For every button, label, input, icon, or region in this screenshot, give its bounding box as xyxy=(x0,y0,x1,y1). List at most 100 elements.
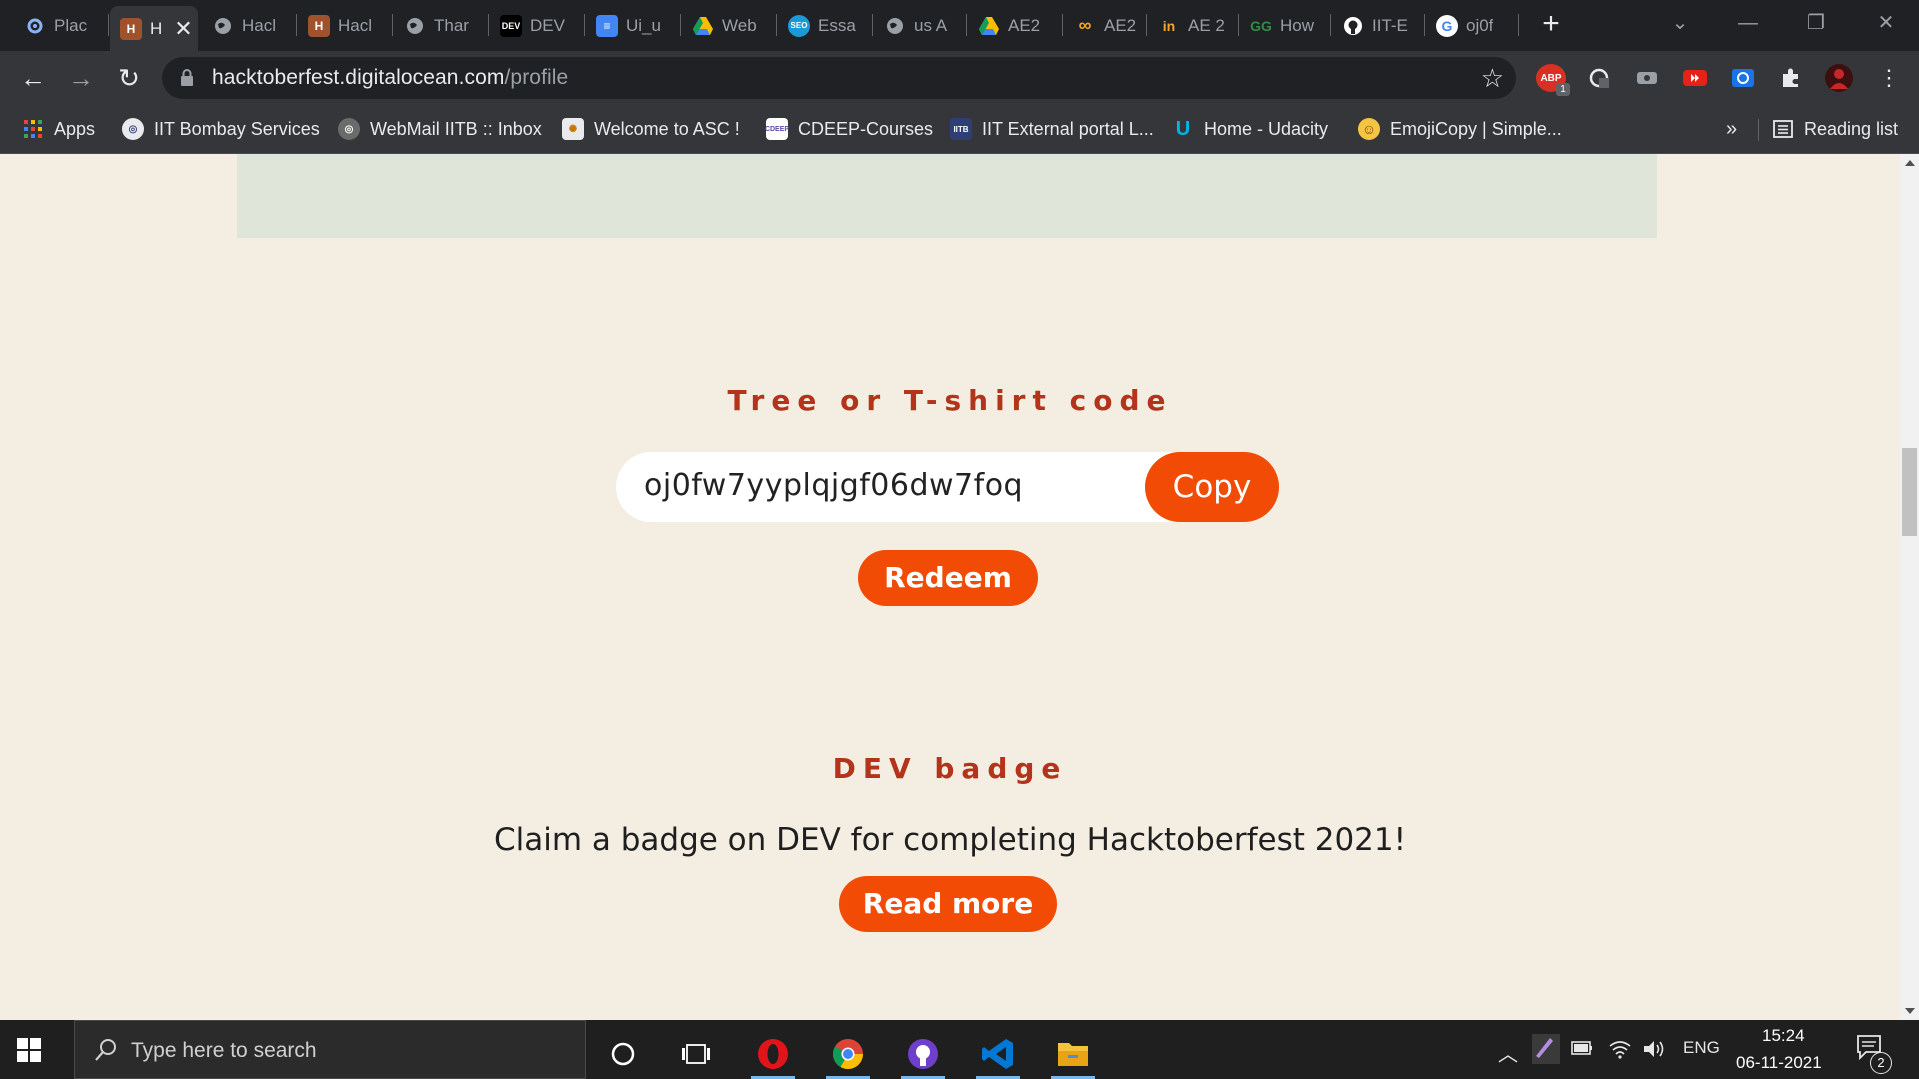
cortana-icon[interactable] xyxy=(595,1028,651,1079)
dev-icon: DEV xyxy=(500,14,522,37)
reading-list-button[interactable]: Reading list xyxy=(1772,115,1898,143)
bookmark-cdeep[interactable]: CDEEP CDEEP-Courses xyxy=(765,115,933,143)
close-window-icon[interactable]: ✕ xyxy=(1866,8,1906,38)
task-view-icon[interactable] xyxy=(668,1028,724,1079)
bookmark-apps[interactable]: Apps xyxy=(22,115,95,143)
scroll-up-arrow-icon[interactable] xyxy=(1905,160,1915,166)
drive-icon xyxy=(692,15,714,37)
adblock-count-badge: 1 xyxy=(1556,83,1570,96)
minimize-icon[interactable]: — xyxy=(1728,8,1768,38)
bookmarks-overflow-button[interactable]: » xyxy=(1726,115,1737,143)
tab[interactable]: Hacl xyxy=(202,8,294,43)
tab-separator xyxy=(966,14,967,36)
youtube-extension-icon[interactable] xyxy=(1680,64,1710,92)
tab[interactable]: GG How xyxy=(1240,8,1332,43)
battery-icon[interactable] xyxy=(1570,1038,1594,1063)
bookmark-divider xyxy=(1758,119,1759,141)
close-tab-icon[interactable]: ✕ xyxy=(174,16,192,42)
tab[interactable]: H Hacl xyxy=(298,8,390,43)
new-tab-button[interactable]: + xyxy=(1536,9,1566,40)
reading-list-label: Reading list xyxy=(1804,118,1899,139)
tab-separator xyxy=(680,14,681,36)
url-host: hacktoberfest.digitalocean.com xyxy=(212,66,505,89)
clock-date[interactable]: 06-11-2021 xyxy=(1736,1053,1822,1073)
puzzle-icon[interactable] xyxy=(1776,64,1806,92)
tab[interactable]: us A xyxy=(874,8,966,43)
tab[interactable]: AE2 xyxy=(968,8,1060,43)
restore-icon[interactable]: ❐ xyxy=(1796,8,1836,38)
bookmark-iit-bombay-services[interactable]: ◎ IIT Bombay Services xyxy=(122,115,320,143)
screen-capture-icon[interactable] xyxy=(1728,64,1758,92)
profile-avatar-icon[interactable] xyxy=(1824,64,1854,92)
back-button[interactable]: ← xyxy=(16,61,50,95)
bookmark-asc[interactable]: ✺ Welcome to ASC ! xyxy=(562,115,740,143)
lock-icon xyxy=(180,69,194,91)
extension-2-icon[interactable] xyxy=(1584,64,1614,92)
url-text: hacktoberfest.digitalocean.com/profile xyxy=(212,66,568,90)
emoji-icon: ☺ xyxy=(1358,118,1380,140)
volume-icon[interactable] xyxy=(1642,1038,1668,1065)
copy-button[interactable]: Copy xyxy=(1145,452,1279,522)
bookmarks-bar: Apps ◎ IIT Bombay Services ◎ WebMail IIT… xyxy=(0,105,1919,154)
globe-icon xyxy=(404,15,426,37)
redeem-button[interactable]: Redeem xyxy=(858,550,1038,606)
cdeep-icon: CDEEP xyxy=(765,118,789,140)
extension-3-icon[interactable] xyxy=(1632,64,1662,92)
tab[interactable]: ∞ AE2 xyxy=(1064,8,1156,43)
tab-separator xyxy=(1238,14,1239,36)
tshirt-code-value: oj0fw7yyplqjgf06dw7foq xyxy=(644,468,1024,503)
bookmark-emojicopy[interactable]: ☺ EmojiCopy | Simple... xyxy=(1358,115,1562,143)
github-desktop-icon[interactable] xyxy=(895,1028,951,1079)
chrome-icon[interactable] xyxy=(820,1028,876,1079)
taskbar-search-box[interactable]: Type here to search xyxy=(74,1020,586,1079)
notification-count-badge: 2 xyxy=(1870,1052,1892,1074)
iitb-icon: IITB xyxy=(950,118,972,140)
tab[interactable]: Web xyxy=(682,8,774,43)
language-indicator[interactable]: ENG xyxy=(1683,1038,1720,1058)
page-scrollbar[interactable] xyxy=(1900,154,1919,1020)
file-explorer-icon[interactable] xyxy=(1045,1028,1101,1079)
opera-icon[interactable] xyxy=(745,1028,801,1079)
tab-separator xyxy=(392,14,393,36)
tab[interactable]: IIT-E xyxy=(1332,8,1424,43)
bookmark-udacity[interactable]: U Home - Udacity xyxy=(1172,115,1328,143)
browser-toolbar: ← → ↻ hacktoberfest.digitalocean.com/pro… xyxy=(0,51,1919,105)
tab[interactable]: G oj0f xyxy=(1426,8,1518,43)
tab-separator xyxy=(1146,14,1147,36)
tab[interactable]: SEO Essa xyxy=(778,8,870,43)
geeks-icon: GG xyxy=(1250,17,1272,34)
read-more-button[interactable]: Read more xyxy=(839,876,1057,932)
address-bar[interactable]: hacktoberfest.digitalocean.com/profile ☆ xyxy=(162,57,1516,99)
tab-search-icon[interactable]: ⌄ xyxy=(1660,8,1700,38)
tab[interactable]: ≡ Ui_u xyxy=(586,8,678,43)
tab[interactable]: in AE 2 xyxy=(1148,8,1238,43)
globe-icon xyxy=(884,15,906,37)
bookmark-label: EmojiCopy | Simple... xyxy=(1390,118,1562,139)
google-icon: G xyxy=(1436,14,1458,37)
tab[interactable]: DEV DEV xyxy=(490,8,582,43)
bookmark-star-icon[interactable]: ☆ xyxy=(1481,63,1504,94)
tab-active[interactable]: H H ✕ xyxy=(110,6,198,51)
tab[interactable]: Plac xyxy=(14,8,104,43)
forward-button[interactable]: → xyxy=(64,61,98,95)
browser-menu-icon[interactable]: ⋮ xyxy=(1872,61,1906,95)
reload-button[interactable]: ↻ xyxy=(112,61,146,95)
vscode-icon[interactable] xyxy=(970,1028,1026,1079)
udacity-icon: U xyxy=(1175,117,1191,140)
windows-start-icon[interactable] xyxy=(16,1037,42,1068)
url-path: /profile xyxy=(504,66,569,89)
bookmark-webmail[interactable]: ◎ WebMail IITB :: Inbox xyxy=(338,115,542,143)
clock-time[interactable]: 15:24 xyxy=(1762,1026,1805,1046)
scroll-thumb[interactable] xyxy=(1902,448,1917,536)
hacktoberfest-icon: H xyxy=(120,17,142,40)
tab[interactable]: Thar xyxy=(394,8,486,43)
wifi-icon[interactable] xyxy=(1608,1038,1632,1065)
bookmark-label: IIT External portal L... xyxy=(982,118,1154,139)
scroll-down-arrow-icon[interactable] xyxy=(1905,1008,1915,1014)
bookmark-iit-external[interactable]: IITB IIT External portal L... xyxy=(950,115,1154,143)
tab-separator xyxy=(584,14,585,36)
adblock-label: ABP xyxy=(1540,72,1562,84)
tray-overflow-icon[interactable]: ︿ xyxy=(1498,1038,1518,1067)
pen-icon[interactable] xyxy=(1532,1034,1560,1064)
bookmark-label: Home - Udacity xyxy=(1204,118,1329,139)
